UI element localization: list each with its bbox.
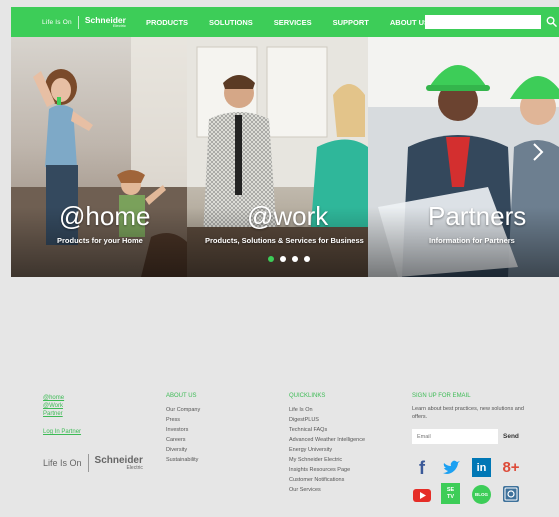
hero-partners-title[interactable]: Partners — [428, 201, 526, 232]
top-navigation-bar: Life Is On Schneider Electric PRODUCTS S… — [11, 7, 559, 37]
log-in-partner-link[interactable]: Log In Partner — [43, 428, 81, 436]
about-link[interactable]: Careers — [166, 435, 200, 445]
carousel-dot-1[interactable] — [268, 256, 274, 262]
hero-panel-work[interactable]: @work Products, Solutions & Services for… — [187, 37, 368, 277]
footer-brand-name: Schneider — [94, 454, 143, 466]
brand-sub: Electric — [112, 23, 126, 29]
footer-brand-tagline: Life Is On — [43, 458, 82, 468]
footer-signup-column: SIGN UP FOR EMAIL Learn about best pract… — [412, 393, 537, 421]
quicklink[interactable]: Technical FAQs — [289, 425, 365, 435]
quicklink[interactable]: Customer Notifications — [289, 475, 365, 485]
carousel-dot-3[interactable] — [292, 256, 298, 262]
twitter-icon[interactable] — [441, 458, 461, 478]
footer-link-partner[interactable]: Partner — [43, 410, 81, 418]
footer-brand-sub: Electric — [126, 464, 143, 471]
hero-partners-subtitle: Information for Partners — [429, 236, 515, 245]
footer-schneider-logo: Schneider Electric — [94, 454, 143, 471]
facebook-icon[interactable]: f — [412, 458, 432, 478]
nav-solutions[interactable]: SOLUTIONS — [209, 18, 253, 27]
about-link[interactable]: Our Company — [166, 405, 200, 415]
send-button[interactable]: Send — [503, 433, 519, 440]
google-plus-icon[interactable]: 8+ — [501, 457, 521, 477]
nav-about-us[interactable]: ABOUT US — [390, 18, 429, 27]
hero-work-subtitle: Products, Solutions & Services for Busin… — [205, 236, 364, 245]
brand-tagline: Life Is On — [42, 18, 72, 26]
blog-label: BLOG — [475, 492, 488, 497]
signup-description: Learn about best practices, new solution… — [412, 406, 524, 420]
signup-heading: SIGN UP FOR EMAIL — [412, 393, 471, 399]
nav-products[interactable]: PRODUCTS — [146, 18, 188, 27]
main-nav: PRODUCTS SOLUTIONS SERVICES SUPPORT ABOU… — [146, 18, 450, 27]
blog-icon[interactable]: BLOG — [472, 485, 491, 504]
about-link[interactable]: Diversity — [166, 445, 200, 455]
footer: @home @Work Partner Log In Partner ABOUT… — [11, 277, 559, 517]
nav-services[interactable]: SERVICES — [274, 18, 312, 27]
page: Life Is On Schneider Electric PRODUCTS S… — [0, 0, 559, 517]
se-tv-icon[interactable]: SE TV — [441, 483, 460, 504]
carousel-dot-4[interactable] — [304, 256, 310, 262]
schneider-logo: Schneider Electric — [85, 16, 126, 29]
search-icon[interactable] — [546, 16, 557, 27]
linkedin-icon[interactable]: in — [472, 458, 491, 477]
quicklink[interactable]: Insights Resources Page — [289, 465, 365, 475]
quicklink[interactable]: Energy University — [289, 445, 365, 455]
footer-quicklinks-column: QUICKLINKS Life Is On DigestPLUS Technic… — [289, 393, 365, 495]
hero-panel-home[interactable]: @home Products for your Home — [11, 37, 187, 277]
footer-brand-divider — [87, 454, 89, 472]
quicklink[interactable]: Advanced Weather Intelligence — [289, 435, 365, 445]
email-field[interactable] — [412, 429, 498, 444]
se-tv-label-se: SE — [446, 486, 455, 493]
about-link[interactable]: Investors — [166, 425, 200, 435]
nav-support[interactable]: SUPPORT — [333, 18, 369, 27]
footer-quick-links: @home @Work Partner Log In Partner — [43, 394, 81, 436]
footer-brand-logo[interactable]: Life Is On Schneider Electric — [43, 454, 143, 472]
hero-work-title[interactable]: @work — [247, 201, 328, 232]
about-us-heading: ABOUT US — [166, 393, 197, 399]
about-link[interactable]: Press — [166, 415, 200, 425]
footer-link-home[interactable]: @home — [43, 394, 81, 402]
hero-home-title[interactable]: @home — [59, 201, 150, 232]
quicklinks-heading: QUICKLINKS — [289, 393, 326, 399]
quicklink[interactable]: Our Services — [289, 485, 365, 495]
footer-link-work[interactable]: @Work — [43, 402, 81, 410]
about-link[interactable]: Sustainability — [166, 455, 200, 465]
hero-home-subtitle: Products for your Home — [57, 236, 143, 245]
instagram-icon[interactable] — [501, 484, 521, 504]
quicklink[interactable]: Life Is On — [289, 405, 365, 415]
hero-carousel[interactable]: @home Products for your Home @work Produ… — [11, 37, 559, 277]
carousel-dots — [268, 256, 316, 262]
brand-logo[interactable]: Life Is On Schneider Electric — [42, 15, 126, 29]
search-input[interactable] — [425, 15, 541, 29]
footer-about-column: ABOUT US Our Company Press Investors Car… — [166, 393, 200, 465]
carousel-dot-2[interactable] — [280, 256, 286, 262]
youtube-icon[interactable] — [412, 485, 432, 505]
quicklink[interactable]: DigestPLUS — [289, 415, 365, 425]
se-tv-label-tv: TV — [446, 493, 455, 500]
quicklink[interactable]: My Schneider Electric — [289, 455, 365, 465]
carousel-next-arrow-icon[interactable] — [531, 142, 545, 162]
brand-divider — [77, 15, 79, 29]
